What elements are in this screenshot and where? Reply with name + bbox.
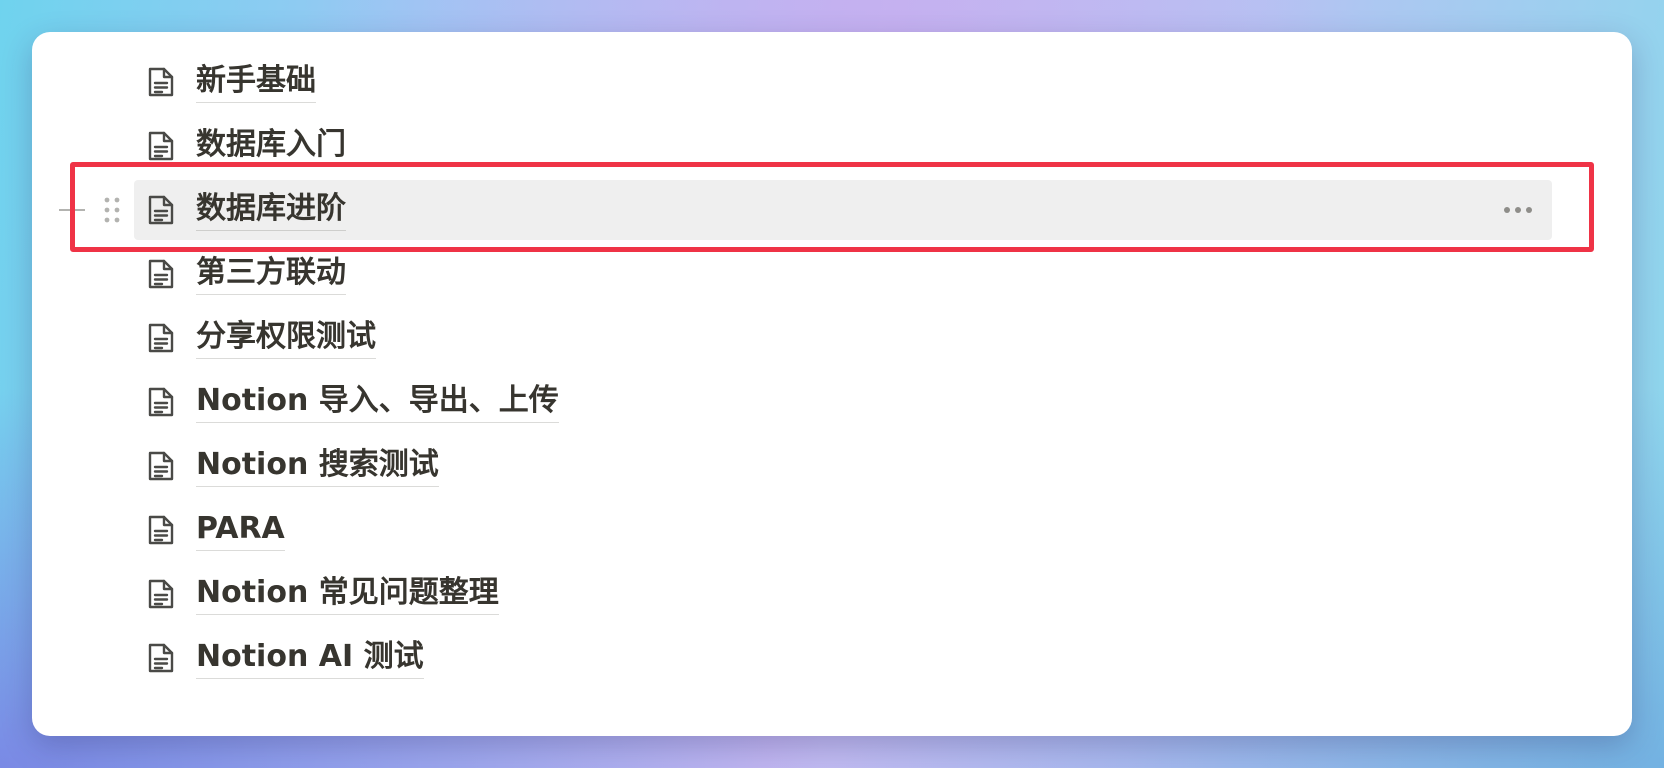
plus-icon[interactable] bbox=[56, 194, 88, 226]
page-title-link[interactable]: Notion 导入、导出、上传 bbox=[196, 381, 559, 423]
page-row[interactable]: 数据库入门 bbox=[32, 114, 1632, 178]
page-title-link[interactable]: 数据库入门 bbox=[196, 125, 346, 167]
more-horizontal-icon[interactable] bbox=[1496, 192, 1540, 228]
row-background bbox=[134, 116, 1552, 176]
page-row[interactable]: 第三方联动 bbox=[32, 242, 1632, 306]
page-row-hovered[interactable]: 数据库进阶 bbox=[32, 178, 1632, 242]
page-title-link[interactable]: 数据库进阶 bbox=[196, 189, 346, 231]
page-title-link[interactable]: PARA bbox=[196, 509, 285, 551]
page-row[interactable]: 分享权限测试 bbox=[32, 306, 1632, 370]
document-icon bbox=[144, 321, 178, 355]
document-icon bbox=[144, 193, 178, 227]
row-background bbox=[134, 52, 1552, 112]
document-icon bbox=[144, 577, 178, 611]
row-background bbox=[134, 244, 1552, 304]
page-title-link[interactable]: 新手基础 bbox=[196, 61, 316, 103]
page-row[interactable]: Notion 导入、导出、上传 bbox=[32, 370, 1632, 434]
page-row[interactable]: Notion AI 测试 bbox=[32, 626, 1632, 690]
page-row[interactable]: 新手基础 bbox=[32, 50, 1632, 114]
document-icon bbox=[144, 513, 178, 547]
page-title-link[interactable]: Notion 常见问题整理 bbox=[196, 573, 499, 615]
drag-handle-icon[interactable] bbox=[100, 192, 124, 228]
document-icon bbox=[144, 129, 178, 163]
page-row[interactable]: PARA bbox=[32, 498, 1632, 562]
notion-page-card: 新手基础 数据库入门 数据库进阶 第三方联动 分享权限测试 Notion 导入、… bbox=[32, 32, 1632, 736]
document-icon bbox=[144, 449, 178, 483]
row-background bbox=[134, 500, 1552, 560]
page-title-link[interactable]: Notion AI 测试 bbox=[196, 637, 424, 679]
row-hover-background bbox=[134, 180, 1552, 240]
document-icon bbox=[144, 65, 178, 99]
document-icon bbox=[144, 257, 178, 291]
page-row[interactable]: Notion 搜索测试 bbox=[32, 434, 1632, 498]
page-row[interactable]: Notion 常见问题整理 bbox=[32, 562, 1632, 626]
page-title-link[interactable]: 分享权限测试 bbox=[196, 317, 376, 359]
page-title-link[interactable]: 第三方联动 bbox=[196, 253, 346, 295]
subpage-list: 新手基础 数据库入门 数据库进阶 第三方联动 分享权限测试 Notion 导入、… bbox=[32, 50, 1632, 690]
document-icon bbox=[144, 641, 178, 675]
page-title-link[interactable]: Notion 搜索测试 bbox=[196, 445, 439, 487]
document-icon bbox=[144, 385, 178, 419]
